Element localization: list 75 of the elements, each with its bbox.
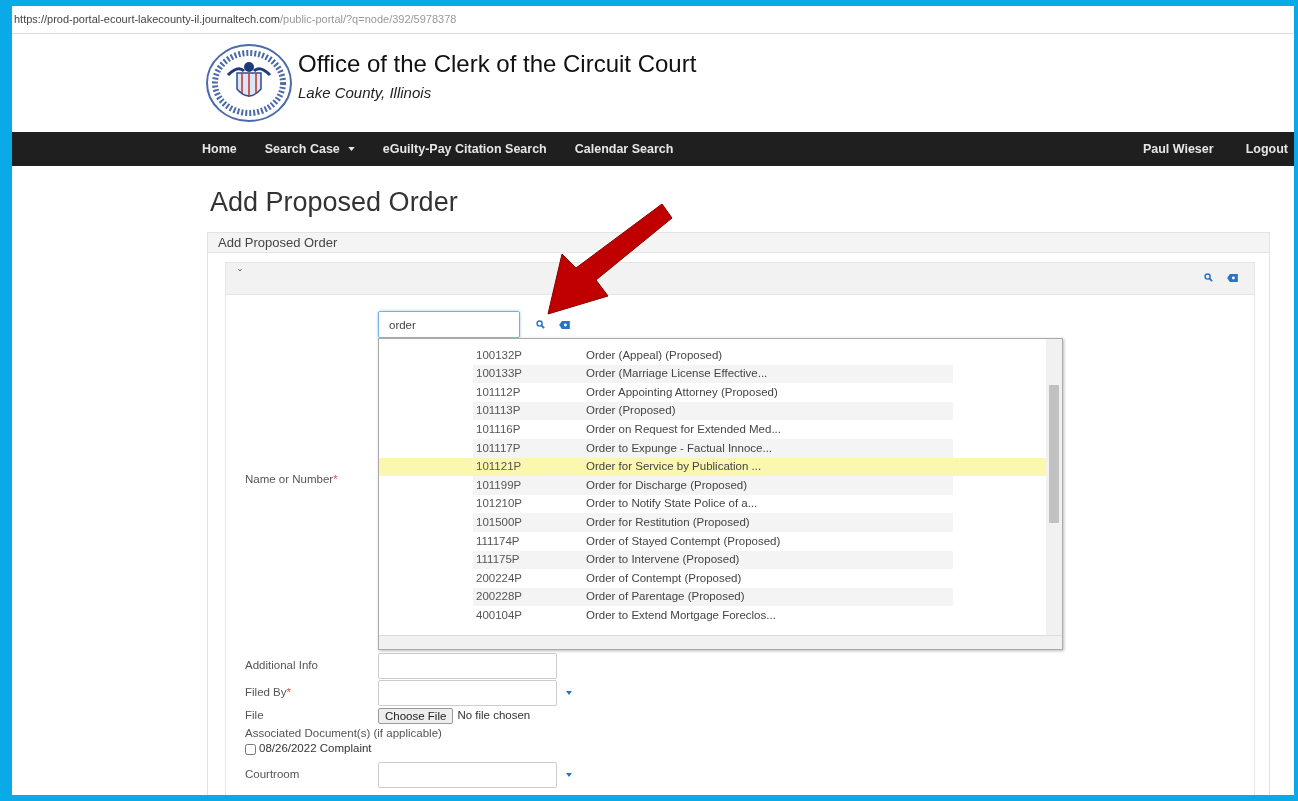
search-icon[interactable] bbox=[536, 320, 545, 329]
result-row[interactable]: 100132P Order (Appeal) (Proposed) bbox=[379, 346, 1047, 365]
field-label: File bbox=[245, 708, 265, 724]
section-label: Associated Document(s) (if applicable) bbox=[245, 726, 443, 741]
nav-link[interactable]: Calendar Search bbox=[574, 139, 674, 159]
result-code: 101112P bbox=[475, 384, 522, 400]
input-field[interactable] bbox=[378, 652, 557, 679]
result-name: Order to Expunge - Factual Innoce... bbox=[586, 440, 773, 456]
result-name: Order for Discharge (Proposed) bbox=[586, 477, 748, 493]
caret-icon[interactable] bbox=[566, 772, 572, 777]
result-name: Order (Marriage License Effective... bbox=[586, 366, 768, 382]
select-field[interactable] bbox=[378, 679, 557, 706]
name-search-field[interactable]: order bbox=[378, 311, 520, 338]
result-code: 101116P bbox=[475, 422, 522, 438]
result-code: 400104P bbox=[475, 608, 524, 623]
nav-link[interactable]: Search Case bbox=[264, 139, 355, 159]
result-name: Order of Parentage (Proposed) bbox=[586, 589, 745, 605]
site-title: Office of the Clerk of the Circuit Court bbox=[298, 49, 697, 78]
result-row[interactable]: 101121P Order for Service by Publication ... bbox=[379, 457, 1047, 477]
clear-icon[interactable] bbox=[1227, 273, 1238, 282]
field-label: Courtroom bbox=[245, 766, 301, 782]
checkbox[interactable] bbox=[245, 743, 256, 755]
result-name: Order (Appeal) (Proposed) bbox=[586, 347, 723, 363]
field-label: Additional Info bbox=[245, 657, 319, 673]
result-code: 101121P bbox=[475, 459, 523, 475]
file-status: No file chosen bbox=[457, 708, 531, 724]
result-name: Order for Service by Publication ... bbox=[586, 459, 762, 475]
result-code: 100133P bbox=[475, 366, 524, 382]
result-row[interactable]: 101116P Order on Request for Extended Med... bbox=[379, 420, 1047, 439]
nav-link[interactable]: eGuilty-Pay Citation Search bbox=[382, 139, 547, 159]
result-code: 101113P bbox=[475, 403, 522, 419]
result-row[interactable]: 400104P Order to Extend Mortgage Foreclos... bbox=[379, 606, 1047, 625]
panel-title: Add Proposed Order bbox=[208, 233, 1269, 253]
url-host[interactable]: https://prod-portal-ecourt-lakecounty-il.journaltech.com bbox=[14, 11, 280, 28]
search-icon[interactable] bbox=[1204, 273, 1213, 282]
select-field[interactable] bbox=[378, 761, 557, 788]
result-row[interactable]: 111174P Order of Stayed Contempt (Proposed) bbox=[379, 531, 1047, 551]
nav-link[interactable]: Home bbox=[202, 139, 237, 159]
result-name: Order to Intervene (Proposed) bbox=[586, 552, 740, 568]
caret-icon[interactable] bbox=[566, 690, 572, 695]
result-name: Order (Proposed) bbox=[586, 403, 676, 419]
result-code: 111175P bbox=[475, 552, 521, 568]
clear-icon[interactable] bbox=[559, 320, 570, 329]
result-name: Order for Restitution (Proposed) bbox=[586, 515, 750, 530]
result-row[interactable]: 101210P Order to Notify State Police of a... bbox=[379, 494, 1047, 514]
collapse-toggle[interactable]: ˇ bbox=[238, 266, 242, 284]
result-code: 101210P bbox=[475, 496, 524, 512]
field-label: Name or Number* bbox=[245, 472, 339, 487]
nav-link[interactable]: Paul Wieser bbox=[1142, 139, 1214, 159]
result-row[interactable]: 101112P Order Appointing Attorney (Proposed) bbox=[379, 383, 1047, 402]
field-label: Filed By* bbox=[245, 684, 293, 700]
choose-file-button[interactable]: Choose File bbox=[378, 708, 454, 724]
caret-icon bbox=[347, 147, 355, 151]
checkbox-label: 08/26/2022 Complaint bbox=[259, 741, 372, 757]
result-name: Order to Extend Mortgage Foreclos... bbox=[586, 608, 776, 623]
site-subtitle: Lake County, Illinois bbox=[298, 82, 433, 103]
result-code: 100132P bbox=[475, 347, 524, 363]
result-row[interactable]: 200224P Order of Contempt (Proposed) bbox=[379, 569, 1047, 588]
result-code: 200228P bbox=[475, 589, 524, 605]
result-name: Order to Notify State Police of a... bbox=[586, 496, 758, 512]
result-code: 200224P bbox=[475, 570, 524, 586]
result-name: Order of Stayed Contempt (Proposed) bbox=[586, 533, 781, 549]
court-seal-icon bbox=[204, 43, 294, 123]
result-code: 101117P bbox=[475, 440, 522, 456]
scroll-thumb[interactable] bbox=[1049, 385, 1059, 523]
result-name: Order Appointing Attorney (Proposed) bbox=[586, 384, 778, 400]
result-code: 111174P bbox=[475, 533, 521, 549]
result-code: 101199P bbox=[475, 477, 523, 493]
result-name: Order on Request for Extended Med... bbox=[586, 422, 781, 438]
page-title: Add Proposed Order bbox=[210, 186, 459, 219]
result-code: 101500P bbox=[475, 515, 524, 530]
nav-link[interactable]: Logout bbox=[1245, 139, 1288, 159]
vertical-scrollbar[interactable] bbox=[1046, 339, 1062, 635]
result-name: Order of Contempt (Proposed) bbox=[586, 570, 742, 586]
horizontal-scrollbar[interactable] bbox=[379, 635, 1062, 649]
